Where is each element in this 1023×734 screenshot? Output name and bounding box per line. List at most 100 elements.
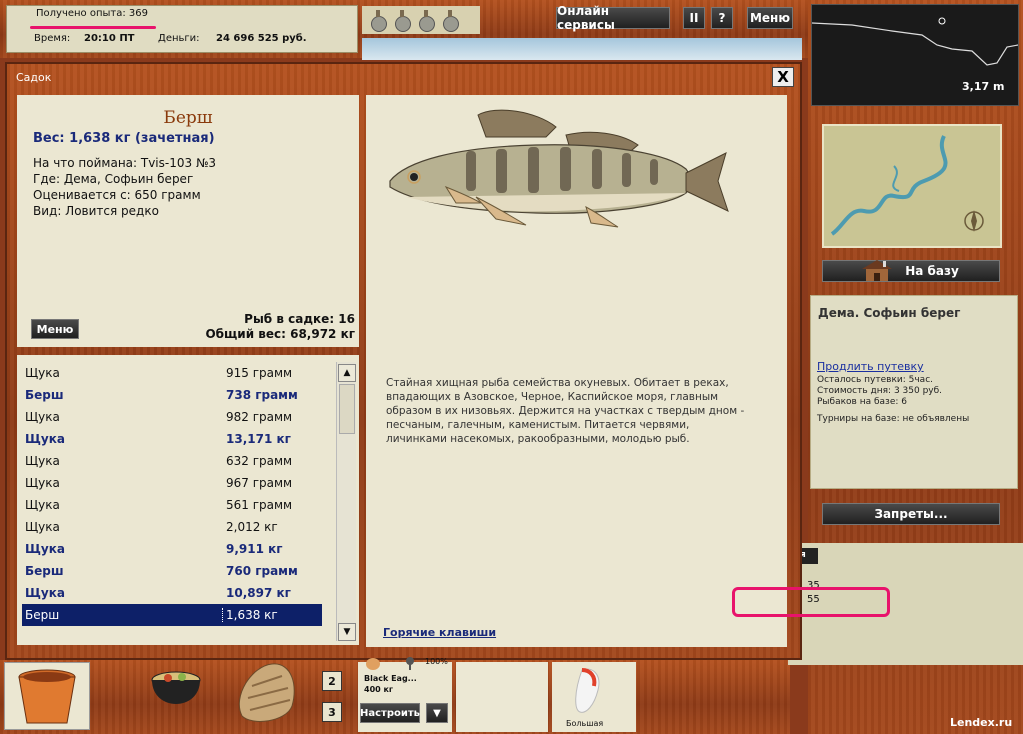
hotkeys-link[interactable]: Горячие клавиши [383,626,496,639]
time-label: Время: [34,33,71,44]
fish-list-name: Берш [25,564,64,578]
fish-list-row[interactable]: Щука 982 грамм [22,406,322,428]
highlight-annotation [732,587,890,617]
fish-list-weight: 1,638 кг [222,608,278,622]
experience-label: Получено опыта: 369 [36,8,148,19]
fish-list-row[interactable]: Берш 738 грамм [22,384,322,406]
fish-list-row[interactable]: Берш 1,638 кг [22,604,322,626]
fish-list-weight: 967 грамм [226,476,293,490]
fish-list-weight: 982 грамм [226,410,293,424]
fish-list-name: Щука [25,542,65,556]
fish-list-row[interactable]: Щука 632 грамм [22,450,322,472]
fish-list-name: Щука [25,586,65,600]
fish-list-weight: 738 грамм [226,388,298,402]
tournaments-info: Турниры на базе: не объявлены [817,414,970,424]
main-menu-button[interactable]: Меню [747,7,793,29]
setup-dropdown-button[interactable]: ▼ [426,703,448,723]
total-weight: Общий вес: 68,972 кг [205,327,355,341]
location-title: Дема. Софьин берег [818,306,961,320]
tackle-weight: 400 кг [364,685,394,694]
river-map-icon [824,126,1000,246]
lure-icon [575,668,600,713]
fish-list-row[interactable]: Щука 10,897 кг [22,582,322,604]
lure-label: Большая [566,719,604,728]
empty-slot[interactable] [456,662,548,732]
help-button[interactable]: ? [711,7,733,29]
fish-rated-from: Оценивается с: 650 грамм [33,188,201,202]
scroll-thumb[interactable] [339,384,355,434]
fish-list-row[interactable]: Щука 13,171 кг [22,428,322,450]
bait-icon [366,658,380,670]
fish-list-name: Щука [25,476,60,490]
potion-bar [362,6,480,34]
scenery-strip [362,38,802,60]
fish-list-name: Берш [25,388,64,402]
fish-description: Стайная хищная рыба семейства окуневых. … [386,377,745,445]
permit-remaining: Осталось путевки: 5час. [817,375,934,385]
fish-list-weight: 561 грамм [226,498,293,512]
fish-list-name: Щука [25,498,60,512]
day-cost: Стоимость дня: 3 350 руб. [817,386,943,396]
to-base-label: На базу [905,264,959,278]
fish-count: Рыб в садке: 16 [244,312,355,326]
bucket-slot[interactable] [4,662,90,730]
dialog-menu-button[interactable]: Меню [31,319,79,339]
bait-sack-icon[interactable] [232,656,302,726]
fish-kind: Вид: Ловится редко [33,204,159,218]
slot-3-button[interactable]: 3 [322,702,342,722]
fish-list-row[interactable]: Щука 561 грамм [22,494,322,516]
pause-button[interactable]: II [683,7,705,29]
close-button[interactable]: X [772,67,794,87]
watermark: Lendex.ru [950,716,1013,729]
fish-list-row[interactable]: Берш 760 грамм [22,560,322,582]
potion-icon[interactable] [368,9,388,32]
fish-list-name: Щука [25,520,60,534]
location-map[interactable] [822,124,1002,248]
fish-location: Где: Дема, Софьин берег [33,172,194,186]
bucket-icon [18,669,76,724]
online-services-button[interactable]: Онлайн сервисы [556,4,670,32]
experience-highlight [30,26,156,29]
slot-2-button[interactable]: 2 [322,671,342,691]
fish-list-weight: 915 грамм [226,366,293,380]
fish-weight: Вес: 1,638 кг (зачетная) [33,131,215,146]
fish-list-weight: 9,911 кг [226,542,283,556]
money-label: Деньги: [158,33,200,44]
to-base-button[interactable]: На базу [822,260,1000,282]
tackle-condition: 100% [425,657,448,666]
potion-icon[interactable] [440,9,460,32]
time-value: 20:10 ПТ [84,33,135,44]
potion-icon[interactable] [416,9,436,32]
scroll-up-button[interactable]: ▲ [338,364,356,382]
fish-list-name: Щука [25,366,60,380]
bans-button[interactable]: Запреты... [822,503,1000,525]
fish-list-row[interactable]: Щука 2,012 кг [22,516,322,538]
setup-button[interactable]: Настроить [360,703,420,723]
house-icon [858,258,896,282]
reel-icon [405,656,415,670]
fish-list-name: Берш [25,608,60,622]
fishers-count: Рыбаков на базе: 6 [817,397,907,407]
tackle-name: Black Eag... [364,674,417,683]
pot-icon[interactable] [146,662,206,722]
zander-fish-icon [386,107,732,233]
money-value: 24 696 525 руб. [216,33,307,44]
scroll-down-button[interactable]: ▼ [338,623,356,641]
fish-name: Берш [163,108,213,128]
fish-list-name: Щука [25,432,65,446]
fish-list-name: Щука [25,454,60,468]
extend-permit-link[interactable]: Продлить путевку [817,360,924,373]
fish-list-weight: 760 грамм [226,564,298,578]
fish-list-weight: 13,171 кг [226,432,291,446]
fish-list-weight: 10,897 кг [226,586,291,600]
fish-list-weight: 632 грамм [226,454,293,468]
depth-value: 3,17 m [962,80,1005,93]
potion-icon[interactable] [392,9,412,32]
fish-caught-with: На что поймана: Tvis-103 №3 [33,156,217,170]
fish-list-name: Щука [25,410,60,424]
fish-list-weight: 2,012 кг [226,520,278,534]
fish-list-row[interactable]: Щука 9,911 кг [22,538,322,560]
dialog-title: Садок [16,71,52,84]
fish-list-row[interactable]: Щука 967 грамм [22,472,322,494]
fish-list-row[interactable]: Щука 915 грамм [22,362,322,384]
